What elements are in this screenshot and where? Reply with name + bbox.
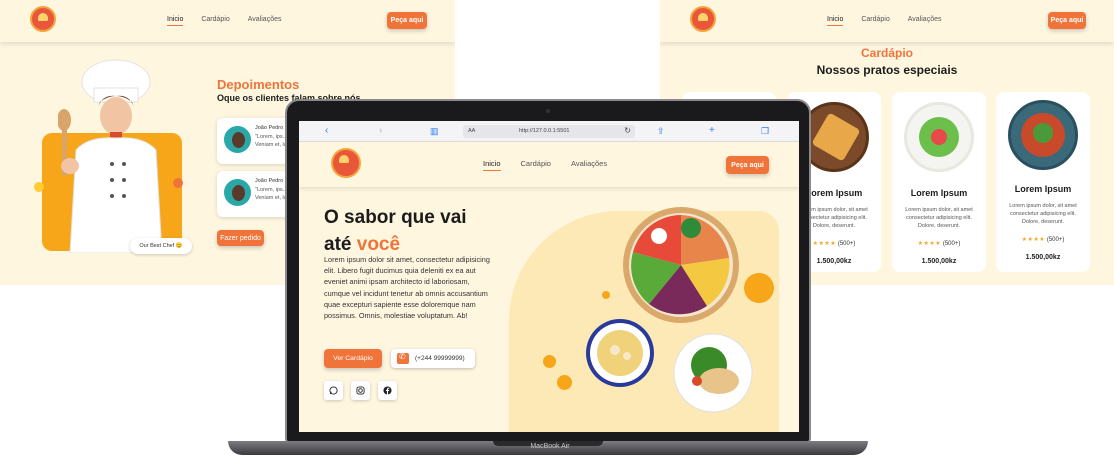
rating-count: (500+)	[837, 241, 856, 247]
dish-price: 1.500,00kz	[921, 258, 957, 265]
smile-emoji-icon	[34, 182, 44, 192]
menu-subtitle: Nossos pratos especiais	[816, 63, 958, 77]
site-header: Inicio Cardápio Avaliações Peça aqui	[299, 142, 799, 187]
dish-image	[1008, 100, 1078, 170]
whatsapp-icon	[329, 386, 338, 395]
whatsapp-link[interactable]	[324, 381, 343, 400]
main-nav: Inicio Cardápio Avaliações	[167, 16, 282, 26]
best-chef-badge: Our Best Chef 😊	[130, 238, 192, 254]
menu-title: Cardápio	[860, 46, 913, 60]
dish-price: 1.500,00kz	[1025, 254, 1061, 261]
main-nav: Inicio Cardápio Avaliações	[483, 159, 607, 171]
main-nav: Inicio Cardápio Avaliações	[827, 16, 942, 26]
showcase-stage: Inicio Cardápio Avaliações Peça aqui Our…	[0, 0, 1114, 468]
laptop-screen: ‹ › ▥ AA http://127.0.0.1:5501 ↻ ⇪ + ❐ I…	[299, 121, 799, 432]
heart-emoji-icon	[173, 178, 183, 188]
order-here-button[interactable]: Peça aqui	[387, 12, 427, 29]
dish-name: Lorem Ipsum	[1014, 184, 1072, 194]
decor-circle	[543, 355, 556, 368]
avatar	[224, 179, 251, 206]
soup-bowl-image	[586, 319, 654, 387]
restaurant-logo[interactable]	[690, 6, 716, 32]
hero-title-prefix: até	[324, 234, 357, 255]
decor-circle	[744, 273, 774, 303]
decor-circle	[557, 375, 572, 390]
rating-count: (500+)	[942, 241, 961, 247]
avatar	[224, 126, 251, 153]
phone-button[interactable]: (+244 99999999)	[391, 349, 475, 368]
order-here-button[interactable]: Peça aqui	[726, 156, 769, 174]
dish-card[interactable]: Lorem Ipsum Lorem ipsum dolor, sit amet …	[892, 92, 986, 272]
nav-cardapio[interactable]: Cardápio	[861, 16, 889, 26]
restaurant-logo[interactable]	[30, 6, 56, 32]
nav-inicio[interactable]: Inicio	[167, 16, 184, 26]
decor-circle	[602, 291, 610, 299]
dish-image	[904, 102, 974, 172]
dish-rating: ★★★★ (500+)	[996, 236, 1090, 243]
nav-inicio[interactable]: Inicio	[483, 159, 501, 171]
restaurant-logo[interactable]	[331, 148, 361, 178]
rating-count: (500+)	[1046, 237, 1065, 243]
device-label: MacBook Air	[530, 443, 570, 450]
hero-title-accent: você	[356, 234, 401, 255]
nav-avaliacoes[interactable]: Avaliações	[248, 16, 282, 26]
nav-cardapio[interactable]: Cardápio	[201, 16, 229, 26]
dish-description: Lorem ipsum dolor, sit amet consectetur …	[905, 207, 973, 229]
rating-stars-icon: ★★★★	[1021, 237, 1046, 243]
back-icon[interactable]: ‹	[325, 125, 328, 137]
dish-rating: ★★★★ (500+)	[892, 240, 986, 247]
forward-icon[interactable]: ›	[379, 125, 382, 137]
testimonial-name: João Pedro	[255, 178, 284, 184]
phone-number: (+244 99999999)	[415, 355, 465, 362]
bookmarks-icon[interactable]: ▥	[430, 125, 439, 137]
laptop-lid: ‹ › ▥ AA http://127.0.0.1:5501 ↻ ⇪ + ❐ I…	[285, 99, 811, 443]
instagram-link[interactable]	[351, 381, 370, 400]
camera-dot	[546, 109, 550, 113]
dish-card[interactable]: Lorem Ipsum Lorem ipsum dolor, sit amet …	[996, 92, 1090, 272]
site-header: Inicio Cardápio Avaliações Peça aqui	[660, 0, 1114, 42]
place-order-button[interactable]: Fazer pedido	[217, 230, 264, 246]
nav-cardapio[interactable]: Cardápio	[521, 159, 551, 171]
nav-avaliacoes[interactable]: Avaliações	[571, 159, 607, 171]
hero-title-line1: O sabor que vai	[324, 207, 467, 228]
address-bar[interactable]: AA http://127.0.0.1:5501 ↻	[463, 125, 635, 138]
order-here-button[interactable]: Peça aqui	[1048, 12, 1086, 29]
site-header: Inicio Cardápio Avaliações Peça aqui	[0, 0, 455, 42]
nav-inicio[interactable]: Inicio	[827, 16, 844, 26]
instagram-icon	[356, 386, 365, 395]
rating-stars-icon: ★★★★	[812, 241, 837, 247]
fish-plate-image	[673, 333, 753, 413]
facebook-icon	[383, 386, 392, 395]
new-tab-icon[interactable]: +	[709, 125, 715, 137]
dish-description: Lorem ipsum dolor, sit amet consectetur …	[1009, 203, 1077, 225]
text-size-button[interactable]: AA	[468, 128, 475, 134]
facebook-link[interactable]	[378, 381, 397, 400]
testimonials-title: Depoimentos	[217, 77, 300, 92]
browser-toolbar: ‹ › ▥ AA http://127.0.0.1:5501 ↻ ⇪ + ❐	[299, 121, 799, 142]
tabs-overview-icon[interactable]: ❐	[761, 125, 769, 137]
hero-description: Lorem ipsum dolor sit amet, consectetur …	[324, 255, 490, 321]
view-menu-button[interactable]: Ver Cardápio	[324, 349, 382, 368]
phone-icon	[397, 352, 409, 364]
nav-avaliacoes[interactable]: Avaliações	[908, 16, 942, 26]
hero-title: O sabor que vai até você	[324, 204, 467, 258]
reload-icon[interactable]: ↻	[624, 126, 631, 135]
salad-bowl-image	[623, 207, 739, 323]
chef-photo	[58, 59, 163, 253]
share-icon[interactable]: ⇪	[657, 125, 665, 137]
rating-stars-icon: ★★★★	[917, 241, 942, 247]
testimonial-name: João Pedro	[255, 125, 284, 131]
dish-name: Lorem Ipsum	[910, 188, 968, 198]
url-text: http://127.0.0.1:5501	[519, 128, 570, 134]
